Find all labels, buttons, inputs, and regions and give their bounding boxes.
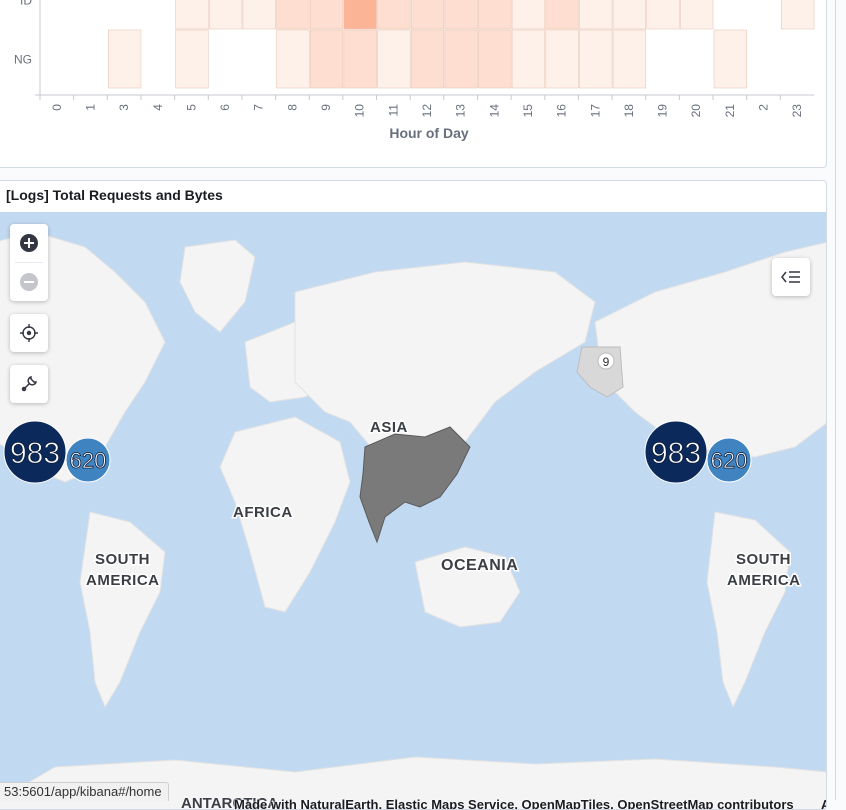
heatmap-cell[interactable] (545, 29, 579, 89)
greenland (179, 239, 256, 333)
x-tick-label: 0 (50, 104, 64, 111)
heatmap-cell[interactable] (343, 0, 377, 30)
x-tick-label: 4 (151, 104, 165, 111)
set-view-button[interactable] (10, 314, 48, 352)
heatmap-cell[interactable] (680, 0, 714, 30)
alaska-region (576, 346, 624, 398)
heatmap-cell[interactable] (175, 29, 209, 89)
heatmap-cell[interactable] (309, 0, 344, 30)
x-tick-label: 18 (622, 104, 636, 118)
label-africa: AFRICA (233, 504, 293, 521)
zoom-in-button[interactable] (10, 224, 48, 262)
heatmap-cell[interactable] (781, 0, 815, 30)
x-tick-label: 20 (689, 104, 703, 118)
x-axis-title: Hour of Day (389, 125, 469, 141)
crosshair-icon (20, 324, 38, 342)
x-tick-label: 17 (588, 104, 602, 118)
label-south-america-left-2: AMERICA (86, 572, 160, 589)
wrench-icon (21, 375, 38, 392)
heatmap-chart: IDNG0 1 3 4 5 6 7 8 9 10 11 12 13 14 15 16 17 18 19 20 21 2 23… (14, 0, 815, 141)
heatmap-cell[interactable] (612, 0, 647, 30)
x-tick-label: 9 (319, 104, 333, 111)
x-tick-label: 21 (723, 104, 737, 118)
x-tick-label: 12 (420, 104, 434, 118)
heatmap-cell[interactable] (175, 0, 209, 30)
x-tick-label: 14 (487, 104, 501, 118)
x-tick-label: 13 (454, 104, 468, 118)
cluster-count-label: 983 (10, 437, 60, 470)
x-tick-label: 11 (386, 104, 400, 117)
heatmap-cell[interactable] (377, 29, 411, 89)
heatmap-cell[interactable] (511, 29, 546, 89)
status-url: 53:5601/app/kibana#/home (0, 782, 169, 801)
heatmap-cell[interactable] (444, 29, 478, 89)
plus-circle-icon (20, 234, 38, 252)
cluster-count-label: 620 (711, 448, 748, 473)
heatmap-panel: ID NG 0 1 3 4 5 6 7 8 9 10 11 12 13 14 15 16 17 18 19 20 21 2 23… (0, 0, 827, 168)
x-tick-label: 7 (252, 104, 266, 111)
set-view-control (10, 314, 48, 352)
map-panel: [Logs] Total Requests and Bytes ASIA AFR… (0, 180, 827, 810)
tools-control (10, 365, 48, 403)
map-canvas[interactable]: ASIA AFRICA OCEANIA SOUTH AMERICA SOUTH … (0, 212, 827, 810)
label-south-america-right-1: SOUTH (736, 551, 791, 568)
scrollbar-track[interactable] (835, 0, 836, 800)
tools-button[interactable] (10, 365, 48, 403)
zoom-controls (10, 224, 48, 301)
heatmap-cell[interactable] (478, 29, 512, 89)
label-south-america-right-2: AMERICA (727, 572, 801, 589)
heatmap-cell[interactable] (511, 0, 546, 30)
heatmap-cell[interactable] (410, 29, 445, 89)
x-tick-label: 10 (353, 104, 367, 118)
cluster-count-label: 983 (651, 437, 701, 470)
x-tick-label: 15 (521, 104, 535, 118)
collapse-layers-icon (781, 271, 800, 283)
heatmap-cell[interactable] (444, 0, 478, 30)
x-tick-label: 5 (184, 104, 198, 111)
heatmap-cell[interactable] (713, 29, 747, 89)
panel-title: [Logs] Total Requests and Bytes (6, 187, 223, 203)
x-tick-label: 16 (555, 104, 569, 118)
china-india-region (359, 426, 471, 544)
minus-circle-icon (20, 273, 38, 291)
south-america-left (79, 511, 166, 709)
y-tick-label: NG (14, 53, 32, 67)
cluster-marker-small-label: 9 (603, 355, 610, 369)
heatmap-cell[interactable] (545, 0, 579, 30)
heatmap-cell[interactable] (343, 29, 377, 89)
x-tick-label: 8 (285, 104, 299, 111)
heatmap-cell[interactable] (242, 0, 276, 30)
label-south-america-left-1: SOUTH (95, 551, 150, 568)
heatmap-cell[interactable] (276, 29, 310, 89)
heatmap-cell[interactable] (410, 0, 445, 30)
heatmap-cell[interactable] (646, 0, 680, 30)
heatmap-cell[interactable] (276, 0, 310, 30)
heatmap-cell[interactable] (309, 29, 344, 89)
layer-control-button[interactable] (772, 258, 810, 296)
x-tick-label: 6 (218, 104, 232, 111)
label-asia: ASIA (370, 419, 408, 436)
heatmap-cell[interactable] (377, 0, 411, 30)
x-tick-label: 2 (757, 104, 771, 111)
map-attribution[interactable]: Made with NaturalEarth, Elastic Maps Ser… (234, 797, 794, 809)
heatmap-cell[interactable] (108, 29, 142, 89)
world-map[interactable]: ASIA AFRICA OCEANIA SOUTH AMERICA SOUTH … (0, 212, 827, 810)
x-tick-label: 1 (83, 104, 97, 111)
map-attribution-edge: A (821, 797, 826, 809)
label-oceania: OCEANIA (441, 557, 518, 574)
cluster-count-label: 620 (70, 448, 107, 473)
heatmap-cell[interactable] (579, 29, 613, 89)
south-america-right (706, 511, 791, 709)
y-tick-label: ID (20, 0, 32, 8)
x-tick-label: 3 (117, 104, 131, 111)
x-tick-label: 23 (790, 104, 804, 118)
zoom-out-button[interactable] (10, 263, 48, 301)
x-tick-label: 19 (656, 104, 670, 118)
heatmap-cell[interactable] (579, 0, 613, 30)
heatmap-cell[interactable] (612, 29, 647, 89)
heatmap-cell[interactable] (208, 0, 243, 30)
heatmap-cell[interactable] (478, 0, 512, 30)
